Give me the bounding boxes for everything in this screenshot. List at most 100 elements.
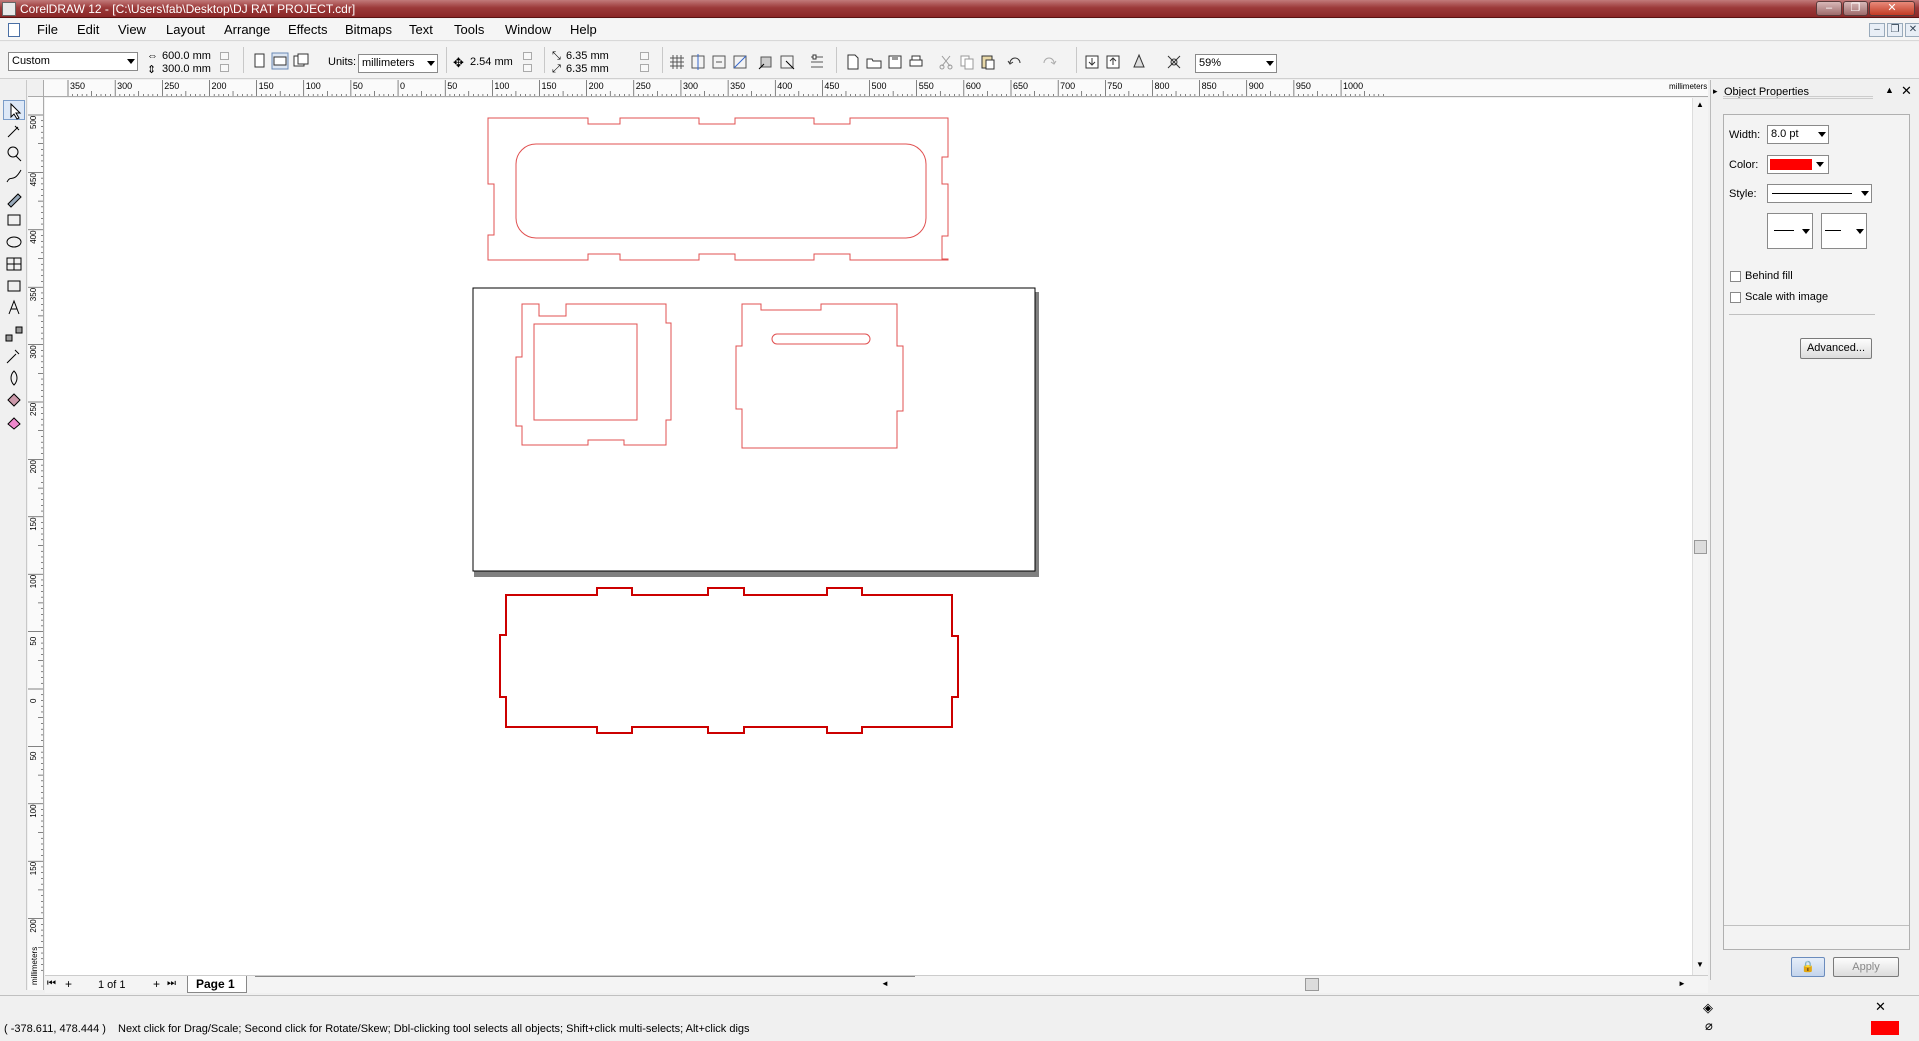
paste-icon[interactable]: [979, 53, 997, 71]
fill-tool-icon[interactable]: [3, 390, 25, 410]
fill-indicator-icon[interactable]: ◈: [1703, 1000, 1713, 1016]
snap-grid-icon[interactable]: [668, 53, 686, 71]
paper-preset-dropdown[interactable]: Custom: [8, 52, 138, 71]
start-arrowhead-dropdown[interactable]: [1767, 213, 1813, 249]
outline-style-dropdown[interactable]: [1767, 184, 1872, 203]
import-icon[interactable]: [1083, 53, 1101, 71]
landscape-icon[interactable]: [271, 52, 289, 70]
first-page-icon[interactable]: ⏮: [47, 978, 56, 989]
treat-as-filled-icon[interactable]: [757, 53, 775, 71]
horizontal-ruler[interactable]: 350 300 250 200 150 100 50 0 50 100 150 200 250 300 35…: [44, 80, 1708, 97]
docker-pin-icon[interactable]: ▲: [1885, 85, 1894, 95]
duplicate-y-field[interactable]: 6.35 mm: [566, 63, 609, 75]
vertical-scroll-thumb[interactable]: [1694, 540, 1707, 554]
print-icon[interactable]: [907, 53, 925, 71]
cut-icon[interactable]: [937, 53, 955, 71]
edit-across-layers-icon[interactable]: [778, 53, 796, 71]
page-tab[interactable]: Page 1: [187, 976, 247, 993]
lid-panel-outline[interactable]: [487, 117, 949, 261]
scroll-down-arrow-icon[interactable]: ▼: [1696, 960, 1704, 969]
outline-indicator-icon[interactable]: ⌀: [1705, 1018, 1713, 1034]
open-icon[interactable]: [865, 53, 883, 71]
units-dropdown[interactable]: millimeters: [358, 54, 438, 73]
app-icon[interactable]: [2, 2, 16, 16]
menu-text[interactable]: Text: [405, 22, 437, 37]
portrait-icon[interactable]: [250, 52, 268, 70]
nudge-field[interactable]: 2.54 mm: [470, 56, 513, 68]
drawing-area[interactable]: [45, 98, 1692, 975]
menu-window[interactable]: Window: [501, 22, 555, 37]
outline-tool-icon[interactable]: [3, 368, 25, 388]
zoom-tool-icon[interactable]: [3, 144, 25, 164]
width-spinner[interactable]: [220, 52, 229, 60]
page-width-field[interactable]: 600.0 mm: [162, 50, 211, 62]
ruler-origin[interactable]: [28, 80, 44, 97]
restore-button[interactable]: ❐: [1843, 1, 1868, 16]
duplicate-y-spinner[interactable]: [640, 64, 649, 72]
all-pages-icon[interactable]: [292, 52, 310, 70]
scale-with-image-checkbox[interactable]: [1730, 292, 1741, 303]
snap-objects-icon[interactable]: [710, 53, 728, 71]
horizontal-scroll-thumb[interactable]: [1305, 978, 1319, 991]
menu-bitmaps[interactable]: Bitmaps: [341, 22, 396, 37]
snap-guidelines-icon[interactable]: [689, 53, 707, 71]
menu-file[interactable]: File: [33, 22, 62, 37]
docker-close-icon[interactable]: ✕: [1901, 83, 1912, 99]
scroll-left-arrow-icon[interactable]: ◄: [881, 979, 889, 988]
doc-minimize-button[interactable]: –: [1869, 23, 1885, 37]
docker-collapse-icon[interactable]: ▸: [1713, 86, 1718, 97]
outline-color-picker[interactable]: [1767, 155, 1829, 174]
corel-online-icon[interactable]: [1165, 53, 1183, 71]
behind-fill-checkbox[interactable]: [1730, 271, 1741, 282]
menu-edit[interactable]: Edit: [73, 22, 103, 37]
outline-color-indicator[interactable]: [1871, 1021, 1899, 1035]
basic-shapes-tool-icon[interactable]: [3, 276, 25, 296]
smart-fill-tool-icon[interactable]: [3, 188, 25, 208]
copy-icon[interactable]: [958, 53, 976, 71]
menu-view[interactable]: View: [114, 22, 150, 37]
undo-icon[interactable]: [1006, 53, 1024, 71]
save-icon[interactable]: [886, 53, 904, 71]
menu-help[interactable]: Help: [566, 22, 601, 37]
last-page-icon[interactable]: ⏭: [167, 978, 176, 989]
eyedropper-tool-icon[interactable]: [3, 346, 25, 366]
doc-restore-button[interactable]: ❐: [1887, 23, 1903, 37]
menu-arrange[interactable]: Arrange: [220, 22, 274, 37]
advanced-button[interactable]: Advanced...: [1800, 338, 1872, 359]
page-height-field[interactable]: 300.0 mm: [162, 63, 211, 75]
export-icon[interactable]: [1104, 53, 1122, 71]
drawing-canvas[interactable]: [45, 98, 1692, 975]
height-spinner[interactable]: [220, 64, 229, 72]
redo-icon[interactable]: [1040, 53, 1058, 71]
shape-tool-icon[interactable]: [3, 122, 25, 142]
duplicate-x-field[interactable]: 6.35 mm: [566, 50, 609, 62]
interactive-fill-tool-icon[interactable]: [3, 412, 25, 432]
vertical-scrollbar[interactable]: ▲ ▼: [1692, 98, 1708, 975]
freehand-tool-icon[interactable]: [3, 166, 25, 186]
new-document-icon[interactable]: [844, 53, 862, 71]
vertical-ruler[interactable]: 500 450 400 350 300 250 200 150 100 50 0 50 100 150 20…: [28, 97, 44, 990]
nudge-spinner-up[interactable]: [523, 52, 532, 60]
minimize-button[interactable]: –: [1816, 1, 1842, 16]
duplicate-x-spinner[interactable]: [640, 52, 649, 60]
menu-layout[interactable]: Layout: [162, 22, 209, 37]
nudge-spinner-down[interactable]: [523, 64, 532, 72]
dynamic-guides-icon[interactable]: [731, 53, 749, 71]
application-launcher-icon[interactable]: [1130, 53, 1148, 71]
polygon-tool-icon[interactable]: [3, 254, 25, 274]
scroll-up-arrow-icon[interactable]: ▲: [1696, 100, 1704, 109]
document-icon[interactable]: [8, 23, 20, 37]
add-page-before-icon[interactable]: +: [65, 977, 72, 991]
menu-effects[interactable]: Effects: [284, 22, 332, 37]
close-button[interactable]: ✕: [1869, 1, 1915, 16]
options-icon[interactable]: [808, 53, 826, 71]
rectangle-tool-icon[interactable]: [3, 210, 25, 230]
outline-width-dropdown[interactable]: 8.0 pt: [1767, 125, 1829, 144]
pick-tool-icon[interactable]: [3, 100, 25, 120]
docker-grip[interactable]: [1723, 96, 1873, 99]
doc-close-button[interactable]: ✕: [1905, 23, 1919, 37]
text-tool-icon[interactable]: [3, 298, 25, 318]
interactive-blend-tool-icon[interactable]: [3, 324, 25, 344]
apply-button[interactable]: Apply: [1833, 957, 1899, 977]
lock-icon[interactable]: 🔒: [1791, 957, 1825, 977]
